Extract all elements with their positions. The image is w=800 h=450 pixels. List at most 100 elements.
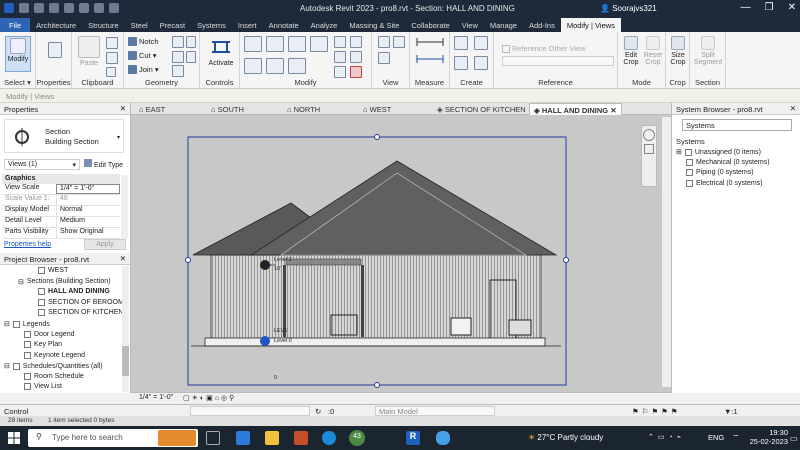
copy-element-icon[interactable] <box>266 58 284 74</box>
section-view-drawing[interactable] <box>131 115 671 392</box>
vertical-scrollbar[interactable] <box>662 117 671 387</box>
pin-icon[interactable] <box>334 66 346 78</box>
tab-add-ins[interactable]: Add-Ins <box>523 18 561 32</box>
demolish-icon[interactable] <box>186 51 196 63</box>
view-scale-button[interactable]: 1/4" = 1'-0" <box>139 394 173 401</box>
weather-widget[interactable]: ☀ 27°C Partly cloudy <box>528 433 603 442</box>
create-group-icon[interactable] <box>474 36 488 50</box>
hide-element-icon[interactable] <box>378 36 390 48</box>
crop-handle-right[interactable] <box>563 257 569 263</box>
measure-between-icon[interactable] <box>416 37 444 47</box>
wall-joins-icon[interactable] <box>172 36 184 48</box>
language-indicator[interactable]: ENG <box>708 433 724 442</box>
clock[interactable]: 19:30 25-02-2023 <box>728 428 788 446</box>
zoom-icon[interactable] <box>644 144 654 154</box>
quick-access-toolbar[interactable] <box>4 3 119 13</box>
tab-collaborate[interactable]: Collaborate <box>405 18 455 32</box>
windows-start-icon[interactable] <box>8 432 20 444</box>
cut-clipboard-icon[interactable] <box>106 37 118 49</box>
reference-view-select[interactable] <box>502 56 614 66</box>
collapse-icon[interactable]: ⊟ <box>18 278 24 286</box>
user-account[interactable]: 👤 Soorajvs321 <box>600 4 657 13</box>
browser-item-key-plan[interactable]: Key Plan <box>24 341 62 348</box>
property-row-view-scale[interactable]: View Scale 1/4" = 1'-0" <box>2 184 120 195</box>
expand-icon[interactable]: ⊞ <box>676 148 682 156</box>
tab-analyze[interactable]: Analyze <box>305 18 344 32</box>
level-1-marker-icon[interactable] <box>260 336 270 346</box>
notifications-icon[interactable]: ▭ <box>790 434 798 443</box>
view-tab-north[interactable]: ⌂ NORTH <box>287 103 320 115</box>
size-crop-button[interactable]: Size Crop <box>666 36 690 66</box>
system-item-unassigned[interactable]: ⊞ Unassigned (0 items) <box>676 148 761 156</box>
property-row-parts-visibility[interactable]: Parts Visibility Show Original <box>2 228 120 239</box>
aligned-dimension-icon[interactable] <box>416 54 444 64</box>
browser-item-schedules[interactable]: ⊟ Schedules/Quantities (all) <box>4 362 103 370</box>
crop-handle-top[interactable] <box>374 134 380 140</box>
minimize-button[interactable]: — <box>741 2 751 13</box>
systems-dropdown[interactable]: Systems <box>682 119 792 131</box>
scrollbar-thumb[interactable] <box>122 346 129 376</box>
tab-modify-views[interactable]: Modify | Views <box>560 18 621 32</box>
array-icon[interactable] <box>334 51 346 63</box>
split-face-icon[interactable] <box>186 36 196 48</box>
create-similar-icon[interactable] <box>474 56 488 70</box>
select-dropdown[interactable]: Select ▾ <box>0 78 35 87</box>
text-icon[interactable] <box>109 3 119 13</box>
file-explorer-icon[interactable] <box>265 431 279 445</box>
browser-item-legends[interactable]: ⊟ Legends <box>4 320 50 328</box>
close-icon[interactable]: ✕ <box>790 104 796 113</box>
level-2-marker-icon[interactable] <box>260 260 270 270</box>
close-icon[interactable]: ✕ <box>120 254 126 263</box>
tab-steel[interactable]: Steel <box>125 18 154 32</box>
copy-icon[interactable] <box>106 52 118 64</box>
level-1-label[interactable]: LEV1 <box>274 328 287 334</box>
selection-toggle-icons[interactable]: ⚑⚐⚑⚑⚑ <box>632 407 681 416</box>
view-tab-section-of-kitchen[interactable]: ◈ SECTION OF KITCHEN <box>437 103 526 115</box>
maximize-button[interactable]: ❐ <box>765 2 774 13</box>
system-item-mechanical[interactable]: Mechanical (0 systems) <box>686 158 770 166</box>
browser-item-sections[interactable]: ⊟ Sections (Building Section) <box>18 278 111 286</box>
revit-logo-icon[interactable] <box>4 3 14 13</box>
tab-view[interactable]: View <box>456 18 484 32</box>
view-tab-west[interactable]: ⌂ WEST <box>363 103 391 115</box>
view-tab-south[interactable]: ⌂ SOUTH <box>211 103 244 115</box>
view-tab-hall-and-dining[interactable]: ◈ HALL AND DINING ✕ <box>529 103 622 115</box>
move-icon[interactable] <box>244 58 262 74</box>
tab-systems[interactable]: Systems <box>191 18 232 32</box>
level-2-label[interactable]: Level 2 <box>274 257 292 263</box>
properties-scrollbar[interactable] <box>121 175 128 239</box>
notch-button[interactable]: Notch <box>128 37 159 46</box>
undo-icon[interactable] <box>49 3 59 13</box>
activate-button[interactable]: Activate <box>205 36 237 67</box>
systems-column-header[interactable]: Systems <box>676 137 705 146</box>
workset-select[interactable] <box>190 406 310 416</box>
create-parts-icon[interactable] <box>454 56 468 70</box>
exterior-wall[interactable] <box>210 254 542 341</box>
tab-insert[interactable]: Insert <box>232 18 263 32</box>
close-icon[interactable]: ✕ <box>120 104 126 113</box>
tab-annotate[interactable]: Annotate <box>263 18 305 32</box>
browser-item-hall-and-dining[interactable]: HALL AND DINING <box>38 288 110 295</box>
tab-architecture[interactable]: Architecture <box>30 18 82 32</box>
join-roof-icon[interactable] <box>172 65 184 77</box>
browser-item-door-legend[interactable]: Door Legend <box>24 330 74 338</box>
revit-app-icon[interactable]: R <box>406 431 420 445</box>
collapse-icon[interactable]: ⊟ <box>4 362 10 370</box>
delete-icon[interactable] <box>350 66 362 78</box>
view-tab-east[interactable]: ⌂ EAST <box>139 103 165 115</box>
taskbar-search-input[interactable]: ⚲ Type here to search <box>28 429 198 447</box>
redo-icon[interactable] <box>64 3 74 13</box>
filter-icon[interactable]: ▼:1 <box>724 407 738 416</box>
match-type-icon[interactable] <box>106 67 116 77</box>
create-assembly-icon[interactable] <box>454 36 468 50</box>
measure-icon[interactable] <box>94 3 104 13</box>
offset-icon[interactable] <box>266 36 284 52</box>
property-row-display-model[interactable]: Display Model Normal <box>2 206 120 217</box>
tab-manage[interactable]: Manage <box>484 18 523 32</box>
app-store-icon[interactable] <box>236 431 250 445</box>
rotate-icon[interactable] <box>288 58 306 74</box>
save-icon[interactable] <box>34 3 44 13</box>
chrome-icon[interactable]: 43 <box>349 430 365 446</box>
mirror-pick-icon[interactable] <box>288 36 306 52</box>
editable-only-icon[interactable]: ↻ <box>315 407 321 416</box>
